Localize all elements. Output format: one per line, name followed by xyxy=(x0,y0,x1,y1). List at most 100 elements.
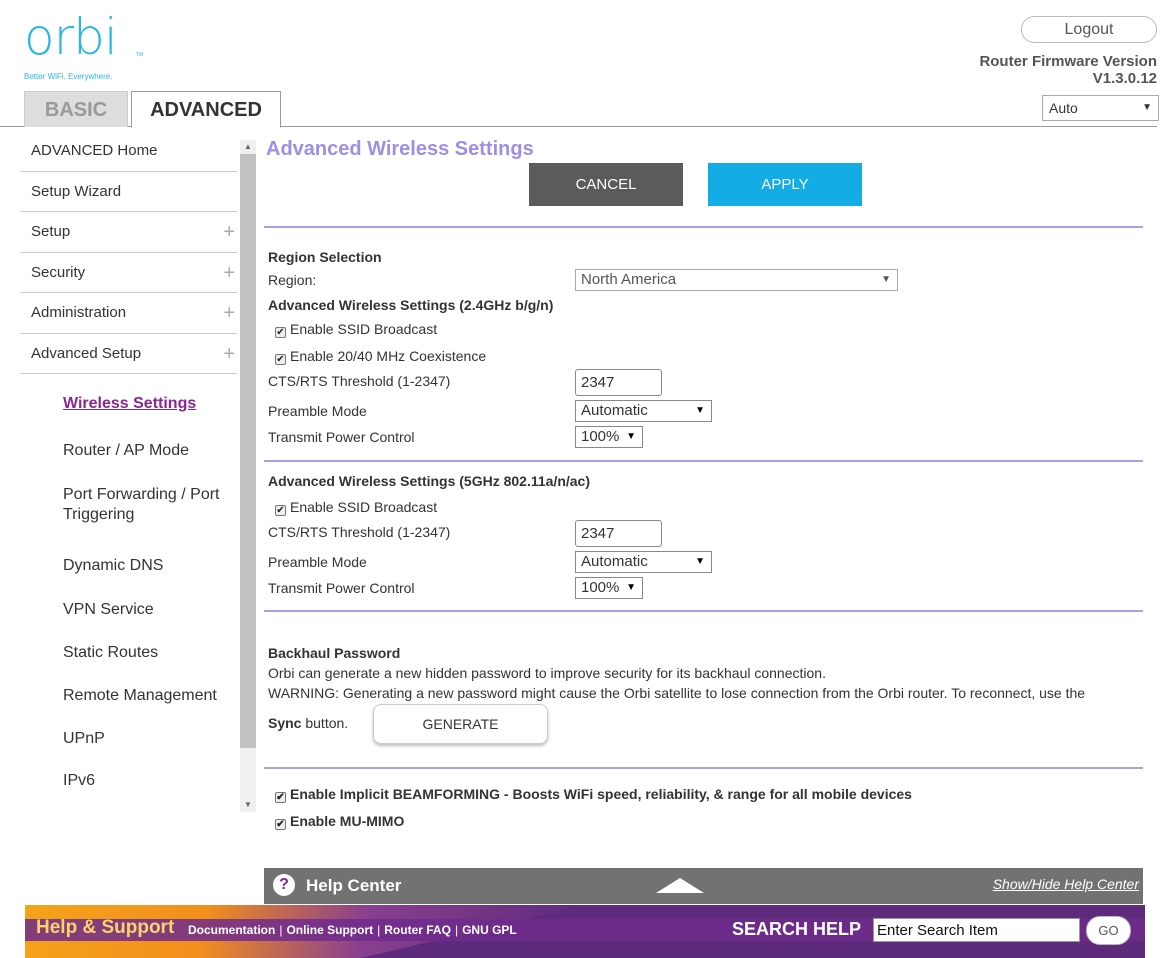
check-icon: ✔ xyxy=(275,327,286,338)
sync-emphasis: Sync xyxy=(268,715,302,731)
preamble-select-value: Automatic xyxy=(581,402,648,419)
check-icon: ✔ xyxy=(275,819,286,830)
arrow-up-icon[interactable] xyxy=(656,878,704,893)
logout-button[interactable]: Logout xyxy=(1021,16,1157,43)
logo-trademark: TM xyxy=(136,52,144,58)
logo-tagline: Better WiFi. Everywhere. xyxy=(24,72,113,81)
sidebar-item-vpn-service[interactable]: VPN Service xyxy=(63,600,233,620)
sidebar-scrollbar[interactable]: ▲ ▼ xyxy=(240,140,256,812)
band-24-section-heading: Advanced Wireless Settings (2.4GHz b/g/n… xyxy=(268,297,554,313)
plus-icon[interactable]: + xyxy=(223,293,235,333)
band-24-power-label: Transmit Power Control xyxy=(268,429,415,445)
backhaul-description: Orbi can generate a new hidden password … xyxy=(268,665,826,681)
band-5-cts-label: CTS/RTS Threshold (1-2347) xyxy=(268,524,451,540)
tab-basic[interactable]: BASIC xyxy=(24,91,128,127)
band-5-cts-input[interactable] xyxy=(575,520,662,547)
sidebar-item-setup[interactable]: Setup + xyxy=(20,212,237,253)
band-24-preamble-select[interactable]: Automatic ▼ xyxy=(575,400,712,422)
sidebar-item-ipv6[interactable]: IPv6 xyxy=(63,771,233,791)
backhaul-sync-note: Sync button. xyxy=(268,715,348,731)
sidebar-item-wireless-settings[interactable]: Wireless Settings xyxy=(63,394,233,414)
footer-link-router-faq[interactable]: Router FAQ xyxy=(384,923,451,937)
help-center-bar: ? Help Center Show/Hide Help Center xyxy=(264,868,1143,904)
firmware-version-value: V1.3.0.12 xyxy=(1092,70,1157,87)
band-24-power-select[interactable]: 100% ▼ xyxy=(575,426,643,448)
scroll-down-icon[interactable]: ▼ xyxy=(240,798,256,812)
cancel-button[interactable]: CANCEL xyxy=(529,163,683,206)
footer-link-gnu-gpl[interactable]: GNU GPL xyxy=(462,923,517,937)
sidebar-item-port-forwarding[interactable]: Port Forwarding / Port Triggering xyxy=(63,485,233,525)
caret-down-icon: ▼ xyxy=(695,556,705,567)
help-support-footer: Help & Support Documentation | Online Supp… xyxy=(25,905,1145,958)
band-24-cts-label: CTS/RTS Threshold (1-2347) xyxy=(268,373,451,389)
caret-down-icon: ▼ xyxy=(626,431,636,442)
scroll-up-icon[interactable]: ▲ xyxy=(240,140,256,154)
band-24-preamble-label: Preamble Mode xyxy=(268,403,367,419)
footer-link-documentation[interactable]: Documentation xyxy=(188,923,275,937)
band-5-preamble-select[interactable]: Automatic ▼ xyxy=(575,551,712,573)
sidebar-item-security[interactable]: Security + xyxy=(20,253,237,293)
language-select[interactable]: Auto ▼ xyxy=(1042,95,1159,121)
power-select-value: 100% xyxy=(581,428,620,445)
search-help-label: SEARCH HELP xyxy=(732,919,862,939)
band-24-coexistence-checkbox[interactable]: ✔ Enable 20/40 MHz Coexistence xyxy=(275,348,486,365)
sync-note-rest: button. xyxy=(301,715,349,731)
question-circle-icon: ? xyxy=(273,874,295,896)
show-hide-help-center-link[interactable]: Show/Hide Help Center xyxy=(993,876,1139,892)
sidebar-item-remote-management[interactable]: Remote Management xyxy=(63,686,233,706)
sidebar-item-dynamic-dns[interactable]: Dynamic DNS xyxy=(63,556,233,576)
footer-link-online-support[interactable]: Online Support xyxy=(286,923,373,937)
generate-button[interactable]: GENERATE xyxy=(373,704,548,744)
sidebar-item-static-routes[interactable]: Static Routes xyxy=(63,643,233,663)
caret-down-icon: ▼ xyxy=(626,582,636,593)
page-title: Advanced Wireless Settings xyxy=(266,138,534,160)
link-separator: | xyxy=(279,923,283,937)
section-divider xyxy=(264,460,1143,462)
sidebar-item-router-ap-mode[interactable]: Router / AP Mode xyxy=(63,441,233,461)
band-24-cts-input[interactable] xyxy=(575,369,662,396)
section-divider xyxy=(264,610,1143,612)
footer-title: Help & Support xyxy=(36,917,175,938)
plus-icon[interactable]: + xyxy=(223,334,235,374)
sidebar-item-label: ADVANCED Home xyxy=(31,142,158,159)
sidebar-item-administration[interactable]: Administration + xyxy=(20,293,237,334)
checkbox-label: Enable SSID Broadcast xyxy=(290,499,438,515)
language-select-value: Auto xyxy=(1049,100,1078,116)
search-help-input[interactable] xyxy=(873,918,1080,942)
band-24-ssid-broadcast-checkbox[interactable]: ✔ Enable SSID Broadcast xyxy=(275,321,437,338)
apply-button[interactable]: APPLY xyxy=(708,163,862,206)
orbi-logo: orbi TM Better WiFi. Everywhere. xyxy=(24,12,154,84)
check-icon: ✔ xyxy=(275,354,286,365)
footer-links: Documentation | Online Support | Router FAQ |… xyxy=(188,923,517,937)
sidebar-item-label: Setup xyxy=(31,223,71,240)
logo-wordmark: orbi xyxy=(24,8,118,66)
region-select[interactable]: North America ▼ xyxy=(575,269,898,291)
beamforming-checkbox[interactable]: ✔ Enable Implicit BEAMFORMING - Boosts Wi… xyxy=(275,786,912,803)
caret-down-icon: ▼ xyxy=(695,405,705,416)
firmware-version-label: Router Firmware Version xyxy=(979,53,1157,70)
checkbox-label: Enable MU-MIMO xyxy=(290,813,405,829)
link-separator: | xyxy=(454,923,459,937)
search-go-button[interactable]: GO xyxy=(1086,916,1131,945)
sidebar-nav: ADVANCED Home Setup Wizard Setup + Secur… xyxy=(20,131,237,821)
checkbox-label: Enable SSID Broadcast xyxy=(290,321,438,337)
plus-icon[interactable]: + xyxy=(223,253,235,293)
plus-icon[interactable]: + xyxy=(223,212,235,252)
sidebar-item-label: Advanced Setup xyxy=(31,344,142,362)
tab-advanced[interactable]: ADVANCED xyxy=(131,91,281,128)
sidebar-item-advanced-home[interactable]: ADVANCED Home xyxy=(20,131,237,172)
preamble-select-value: Automatic xyxy=(581,553,648,570)
band-5-power-label: Transmit Power Control xyxy=(268,580,415,596)
checkbox-label: Enable Implicit BEAMFORMING - Boosts WiF… xyxy=(290,786,912,802)
power-select-value: 100% xyxy=(581,579,620,596)
sidebar-item-setup-wizard[interactable]: Setup Wizard xyxy=(20,172,237,212)
band-5-power-select[interactable]: 100% ▼ xyxy=(575,577,643,599)
sidebar-item-upnp[interactable]: UPnP xyxy=(63,729,233,749)
scrollbar-thumb[interactable] xyxy=(240,154,256,748)
band-5-ssid-broadcast-checkbox[interactable]: ✔ Enable SSID Broadcast xyxy=(275,499,437,516)
section-divider xyxy=(264,226,1143,228)
mu-mimo-checkbox[interactable]: ✔ Enable MU-MIMO xyxy=(275,813,404,830)
section-divider xyxy=(264,767,1143,769)
backhaul-section-heading: Backhaul Password xyxy=(268,645,401,661)
sidebar-item-advanced-setup[interactable]: Advanced Setup + xyxy=(20,334,237,374)
